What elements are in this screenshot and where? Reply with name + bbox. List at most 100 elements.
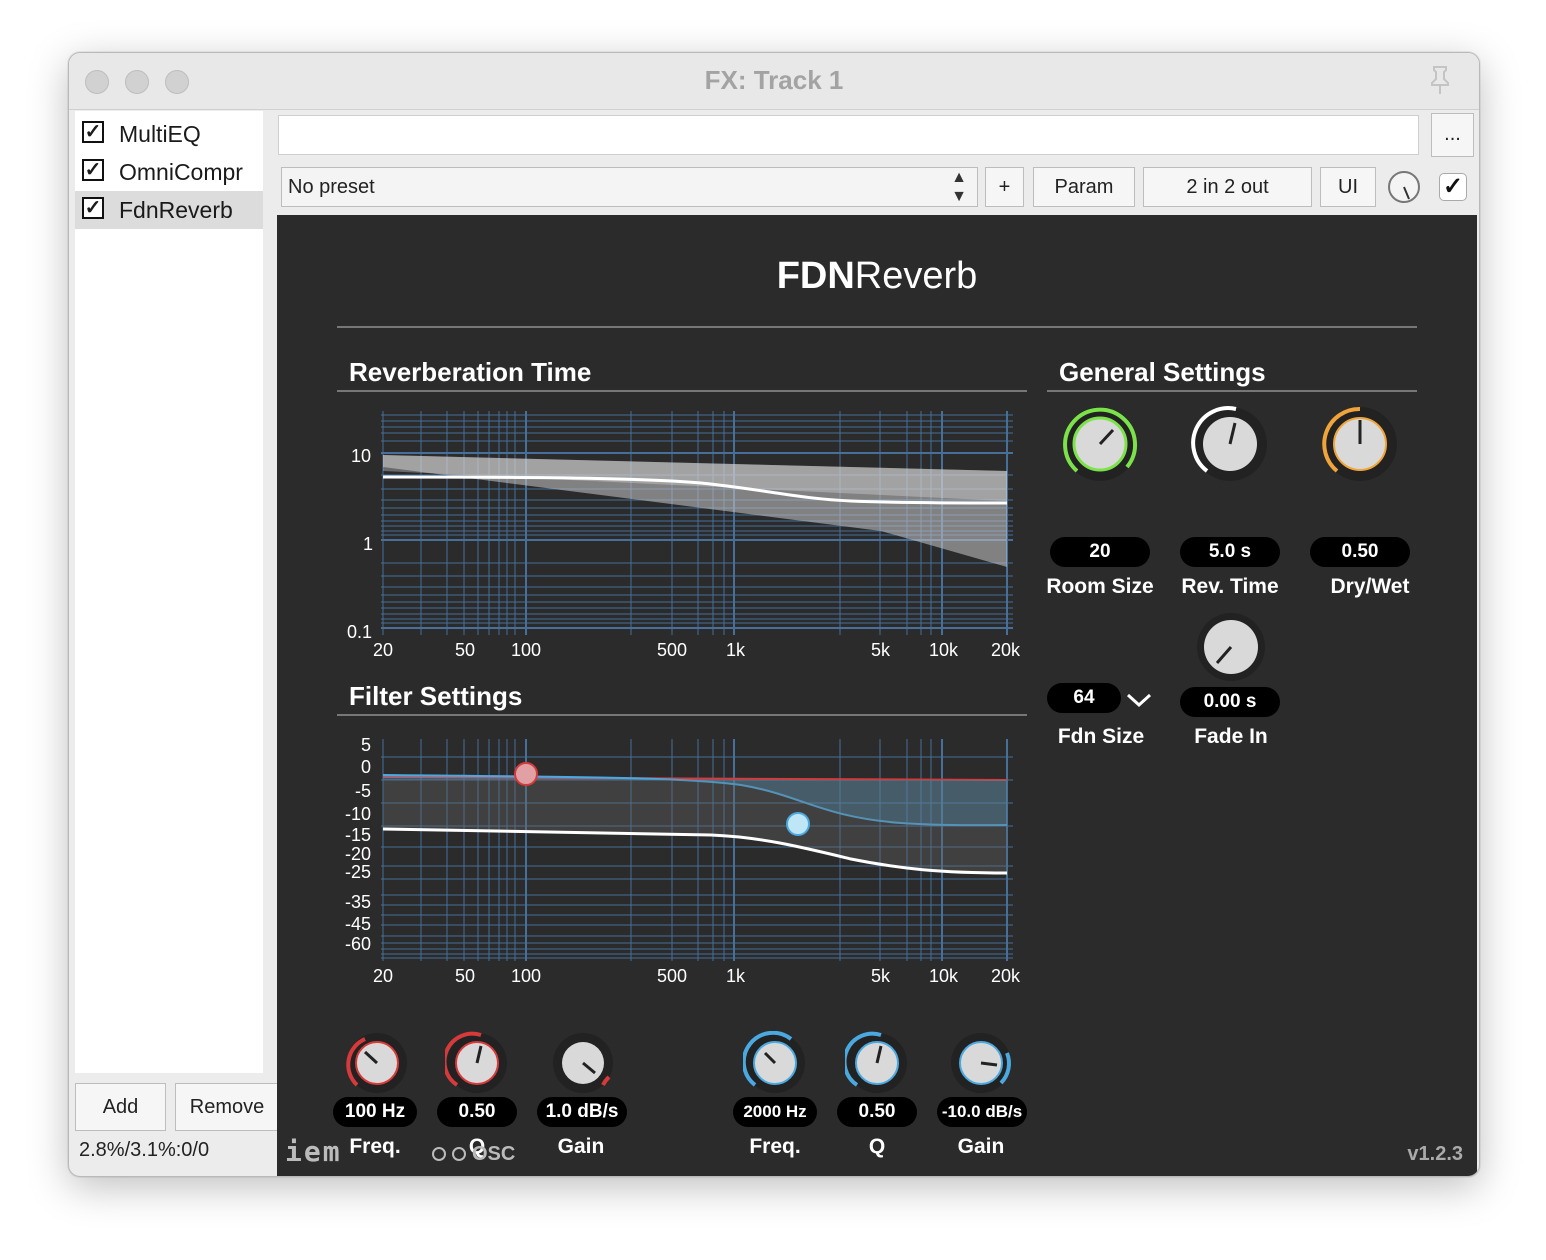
low-gain-value[interactable]: 1.0 dB/s bbox=[537, 1097, 627, 1127]
low-freq-label: Freq. bbox=[349, 1135, 401, 1158]
reverb-time-header: Reverberation Time bbox=[349, 357, 592, 387]
iem-logo: iem bbox=[285, 1135, 342, 1168]
io-routing-button[interactable]: 2 in 2 out bbox=[1143, 167, 1312, 207]
fx-item-fdnreverb[interactable]: ✓ FdnReverb bbox=[75, 191, 263, 229]
filter-y-tick: -15 bbox=[345, 825, 372, 845]
more-options-button[interactable]: ... bbox=[1431, 113, 1474, 157]
high-gain-knob[interactable] bbox=[949, 1031, 1013, 1095]
window-title: FX: Track 1 bbox=[704, 65, 844, 95]
add-fx-button[interactable]: Add bbox=[75, 1083, 166, 1131]
filter-y-tick: -10 bbox=[345, 804, 372, 824]
filter-y-tick: 0 bbox=[361, 757, 372, 777]
low-freq-value[interactable]: 100 Hz bbox=[333, 1097, 417, 1127]
osc-label: OSC bbox=[472, 1143, 516, 1165]
osc-indicator-icon bbox=[452, 1147, 466, 1161]
filter-total-area bbox=[383, 779, 1007, 873]
reverb-x-tick: 20k bbox=[991, 640, 1021, 660]
fx-enable-checkbox[interactable]: ✓ bbox=[82, 159, 104, 181]
high-q-label: Q bbox=[868, 1135, 886, 1158]
title-bar: FX: Track 1 bbox=[69, 53, 1479, 110]
dry-wet-label: Dry/Wet bbox=[1330, 575, 1410, 598]
fade-in-knob[interactable] bbox=[1195, 611, 1267, 683]
fx-chain-list: ✓ MultiEQ ✓ OmniCompr ✓ FdnReverb bbox=[75, 111, 263, 1073]
filter-x-tick: 1k bbox=[726, 966, 746, 986]
rev-time-knob[interactable] bbox=[1191, 405, 1269, 483]
high-gain-label: Gain bbox=[957, 1135, 1005, 1158]
fdn-size-select[interactable]: 64 bbox=[1047, 683, 1121, 713]
reverb-time-graph[interactable] bbox=[381, 411, 1013, 635]
title-divider bbox=[337, 326, 1417, 328]
chevron-down-icon[interactable] bbox=[1125, 691, 1153, 709]
high-freq-value[interactable]: 2000 Hz bbox=[733, 1097, 817, 1127]
rev-time-value[interactable]: 5.0 s bbox=[1180, 537, 1280, 567]
high-freq-label: Freq. bbox=[749, 1135, 801, 1158]
section-divider bbox=[1047, 390, 1417, 392]
room-size-value[interactable]: 20 bbox=[1050, 537, 1150, 567]
filter-x-tick: 50 bbox=[455, 966, 476, 986]
pin-icon[interactable] bbox=[1423, 63, 1457, 97]
fx-item-label: FdnReverb bbox=[119, 197, 233, 223]
reverb-x-tick: 50 bbox=[455, 640, 476, 660]
fx-name-field[interactable] bbox=[278, 115, 1419, 155]
ui-button[interactable]: UI bbox=[1320, 167, 1376, 207]
preset-value: No preset bbox=[288, 176, 375, 198]
filter-settings-header: Filter Settings bbox=[349, 681, 523, 711]
filter-y-tick: -60 bbox=[345, 934, 372, 954]
updown-chevron-icon: ▲ ▼ bbox=[951, 169, 967, 205]
wet-mix-knob[interactable] bbox=[1387, 170, 1421, 204]
high-freq-knob[interactable] bbox=[743, 1031, 807, 1095]
filter-y-tick: -5 bbox=[355, 781, 372, 801]
filter-y-tick: -35 bbox=[345, 892, 372, 912]
filter-x-tick: 500 bbox=[657, 966, 688, 986]
fade-in-label: Fade In bbox=[1194, 725, 1268, 748]
room-size-knob[interactable] bbox=[1061, 405, 1139, 483]
filter-x-tick: 100 bbox=[511, 966, 542, 986]
high-gain-value[interactable]: -10.0 dB/s bbox=[937, 1097, 1027, 1127]
fx-item-label: OmniCompr bbox=[119, 159, 243, 185]
section-divider bbox=[337, 390, 1027, 392]
dry-wet-value[interactable]: 0.50 bbox=[1310, 537, 1410, 567]
remove-fx-button[interactable]: Remove bbox=[175, 1083, 279, 1131]
high-filter-handle[interactable] bbox=[786, 812, 810, 836]
cpu-stats: 2.8%/3.1%:0/0 bbox=[79, 1139, 210, 1161]
low-freq-knob[interactable] bbox=[345, 1031, 409, 1095]
fx-enable-checkbox[interactable]: ✓ bbox=[82, 197, 104, 219]
fx-item-omnicompr[interactable]: ✓ OmniCompr bbox=[75, 153, 263, 191]
filter-y-tick: -25 bbox=[345, 862, 372, 882]
low-gain-knob[interactable] bbox=[551, 1031, 615, 1095]
plugin-window: FX: Track 1 ✓ MultiEQ ✓ OmniCompr ✓ FdnR… bbox=[68, 52, 1480, 1177]
room-size-label: Room Size bbox=[1046, 575, 1154, 598]
high-q-value[interactable]: 0.50 bbox=[837, 1097, 917, 1127]
plugin-ui: FDNReverb Reverberation Time General Set… bbox=[277, 215, 1477, 1176]
reverb-x-tick: 10k bbox=[929, 640, 959, 660]
reverb-y-tick: 0.1 bbox=[347, 622, 373, 642]
filter-y-tick: -45 bbox=[345, 914, 372, 934]
filter-response-graph[interactable] bbox=[381, 739, 1013, 961]
filter-x-tick: 10k bbox=[929, 966, 959, 986]
plugin-title: FDNReverb bbox=[776, 255, 978, 297]
fx-item-multieq[interactable]: ✓ MultiEQ bbox=[75, 115, 263, 153]
param-button[interactable]: Param bbox=[1033, 167, 1135, 207]
low-q-knob[interactable] bbox=[445, 1031, 509, 1095]
filter-x-tick: 20 bbox=[373, 966, 394, 986]
fx-item-label: MultiEQ bbox=[119, 121, 201, 147]
reverb-x-tick: 20 bbox=[373, 640, 394, 660]
dry-wet-knob[interactable] bbox=[1321, 405, 1399, 483]
rev-time-label: Rev. Time bbox=[1181, 575, 1279, 598]
low-q-value[interactable]: 0.50 bbox=[437, 1097, 517, 1127]
preset-select[interactable]: No preset ▲ ▼ bbox=[281, 167, 978, 207]
low-filter-handle[interactable] bbox=[514, 762, 538, 786]
reverb-x-tick: 100 bbox=[511, 640, 542, 660]
high-q-knob[interactable] bbox=[845, 1031, 909, 1095]
fade-in-value[interactable]: 0.00 s bbox=[1180, 687, 1280, 717]
section-divider bbox=[337, 714, 1027, 716]
version-label: v1.2.3 bbox=[1407, 1143, 1463, 1165]
osc-status[interactable]: OSC bbox=[432, 1143, 515, 1166]
fdn-size-label: Fdn Size bbox=[1057, 725, 1145, 748]
add-preset-button[interactable]: + bbox=[985, 167, 1024, 207]
osc-indicator-icon bbox=[432, 1147, 446, 1161]
fx-enable-checkbox[interactable]: ✓ bbox=[82, 121, 104, 143]
reverb-x-tick: 1k bbox=[726, 640, 746, 660]
bypass-checkbox[interactable]: ✓ bbox=[1439, 173, 1467, 201]
reverb-y-tick: 10 bbox=[351, 446, 372, 466]
